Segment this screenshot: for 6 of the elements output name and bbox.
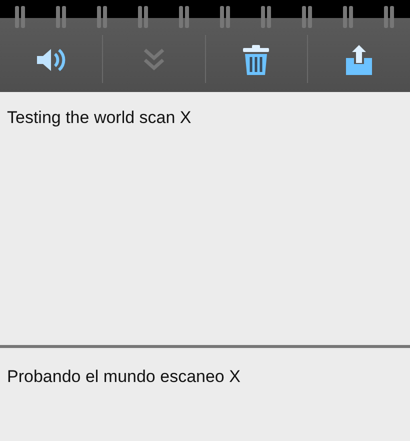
speaker-icon (34, 47, 67, 73)
share-icon (345, 44, 374, 76)
double-chevron-icon (142, 47, 166, 73)
note-text: Testing the world scan X (7, 108, 192, 127)
note-text: Probando el mundo escaneo X (7, 367, 240, 386)
trash-icon (242, 44, 270, 76)
